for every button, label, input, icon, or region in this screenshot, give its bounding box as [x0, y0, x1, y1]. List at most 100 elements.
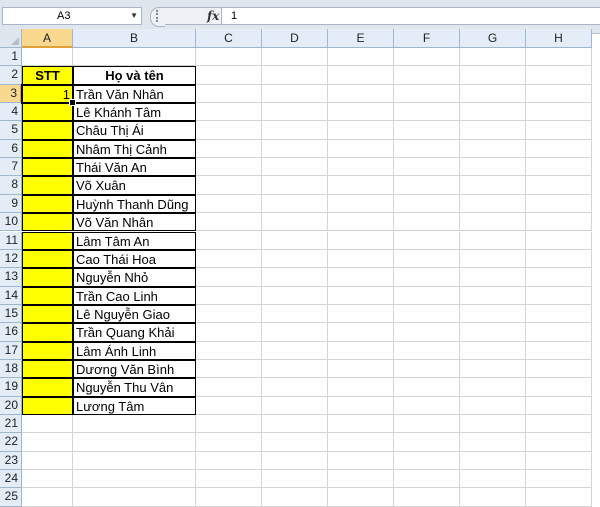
cell-f1[interactable]	[394, 48, 460, 67]
cell-f11[interactable]	[394, 231, 460, 250]
cell-b5[interactable]: Châu Thị Ái	[73, 121, 196, 140]
row-header-12[interactable]: 12	[0, 249, 22, 269]
row-header-18[interactable]: 18	[0, 359, 22, 379]
cell-e17[interactable]	[328, 341, 394, 360]
cell-f22[interactable]	[394, 433, 460, 452]
cell-c17[interactable]	[196, 341, 262, 360]
cell-h2[interactable]	[526, 66, 592, 85]
row-header-15[interactable]: 15	[0, 304, 22, 324]
cell-f15[interactable]	[394, 304, 460, 324]
cell-h4[interactable]	[526, 103, 592, 122]
cell-a23[interactable]	[22, 451, 73, 471]
cell-f3[interactable]	[394, 84, 460, 104]
cell-h6[interactable]	[526, 139, 592, 159]
cell-f21[interactable]	[394, 415, 460, 434]
cell-b19[interactable]: Nguyễn Thu Vân	[73, 378, 196, 397]
column-header-g[interactable]: G	[460, 29, 526, 48]
cell-f14[interactable]	[394, 286, 460, 305]
column-header-d[interactable]: D	[262, 29, 328, 48]
cell-f12[interactable]	[394, 249, 460, 269]
cell-a8[interactable]	[22, 176, 73, 195]
cell-b17[interactable]: Lâm Ánh Linh	[73, 341, 196, 360]
cell-h8[interactable]	[526, 176, 592, 195]
cell-g12[interactable]	[460, 249, 526, 269]
cell-e7[interactable]	[328, 158, 394, 177]
row-header-13[interactable]: 13	[0, 268, 22, 287]
cell-g21[interactable]	[460, 415, 526, 434]
cell-g10[interactable]	[460, 213, 526, 232]
cell-h14[interactable]	[526, 286, 592, 305]
cell-c22[interactable]	[196, 433, 262, 452]
cell-c20[interactable]	[196, 396, 262, 415]
column-header-h[interactable]: H	[526, 29, 592, 48]
cell-e23[interactable]	[328, 451, 394, 471]
cell-a6[interactable]	[22, 139, 73, 159]
cell-b6[interactable]: Nhâm Thị Cảnh	[73, 139, 196, 159]
cell-d14[interactable]	[262, 286, 328, 305]
cell-d9[interactable]	[262, 194, 328, 214]
cell-h24[interactable]	[526, 470, 592, 489]
cell-d20[interactable]	[262, 396, 328, 415]
cell-g13[interactable]	[460, 268, 526, 287]
cell-h20[interactable]	[526, 396, 592, 415]
cell-d19[interactable]	[262, 378, 328, 397]
cell-d15[interactable]	[262, 304, 328, 324]
cell-g2[interactable]	[460, 66, 526, 85]
cell-a17[interactable]	[22, 341, 73, 360]
cell-h3[interactable]	[526, 84, 592, 104]
cell-g4[interactable]	[460, 103, 526, 122]
cell-f9[interactable]	[394, 194, 460, 214]
cell-a25[interactable]	[22, 488, 73, 507]
cell-a1[interactable]	[22, 48, 73, 67]
cell-d12[interactable]	[262, 249, 328, 269]
column-header-a[interactable]: A	[22, 29, 73, 48]
cell-e19[interactable]	[328, 378, 394, 397]
cell-h9[interactable]	[526, 194, 592, 214]
cell-a22[interactable]	[22, 433, 73, 452]
cell-b12[interactable]: Cao Thái Hoa	[73, 249, 196, 269]
cell-d2[interactable]	[262, 66, 328, 85]
cell-a2[interactable]: STT	[22, 66, 73, 85]
cell-e10[interactable]	[328, 213, 394, 232]
cell-b21[interactable]	[73, 415, 196, 434]
cell-e8[interactable]	[328, 176, 394, 195]
cell-b1[interactable]	[73, 48, 196, 67]
cell-h16[interactable]	[526, 323, 592, 342]
row-header-3[interactable]: 3	[0, 84, 22, 104]
cell-b16[interactable]: Trần Quang Khải	[73, 323, 196, 342]
row-header-11[interactable]: 11	[0, 231, 22, 250]
cell-g6[interactable]	[460, 139, 526, 159]
cell-a18[interactable]	[22, 359, 73, 379]
cell-a7[interactable]	[22, 158, 73, 177]
cell-g16[interactable]	[460, 323, 526, 342]
cell-d4[interactable]	[262, 103, 328, 122]
cell-e12[interactable]	[328, 249, 394, 269]
row-header-2[interactable]: 2	[0, 66, 22, 85]
chevron-down-icon[interactable]: ▼	[130, 8, 138, 24]
cell-c6[interactable]	[196, 139, 262, 159]
cell-a12[interactable]	[22, 249, 73, 269]
row-header-17[interactable]: 17	[0, 341, 22, 360]
cell-a4[interactable]	[22, 103, 73, 122]
cell-e16[interactable]	[328, 323, 394, 342]
cell-f19[interactable]	[394, 378, 460, 397]
row-header-14[interactable]: 14	[0, 286, 22, 305]
cell-f18[interactable]	[394, 359, 460, 379]
cell-h13[interactable]	[526, 268, 592, 287]
cell-h17[interactable]	[526, 341, 592, 360]
row-header-5[interactable]: 5	[0, 121, 22, 140]
cell-g11[interactable]	[460, 231, 526, 250]
cell-e4[interactable]	[328, 103, 394, 122]
row-header-20[interactable]: 20	[0, 396, 22, 415]
cell-h15[interactable]	[526, 304, 592, 324]
row-header-9[interactable]: 9	[0, 194, 22, 214]
row-header-8[interactable]: 8	[0, 176, 22, 195]
function-icon[interactable]: fx	[207, 8, 219, 24]
cell-f5[interactable]	[394, 121, 460, 140]
cell-e21[interactable]	[328, 415, 394, 434]
cell-g7[interactable]	[460, 158, 526, 177]
cell-b10[interactable]: Võ Văn Nhân	[73, 213, 196, 232]
cell-e20[interactable]	[328, 396, 394, 415]
cell-b20[interactable]: Lương Tâm	[73, 396, 196, 415]
cell-f6[interactable]	[394, 139, 460, 159]
